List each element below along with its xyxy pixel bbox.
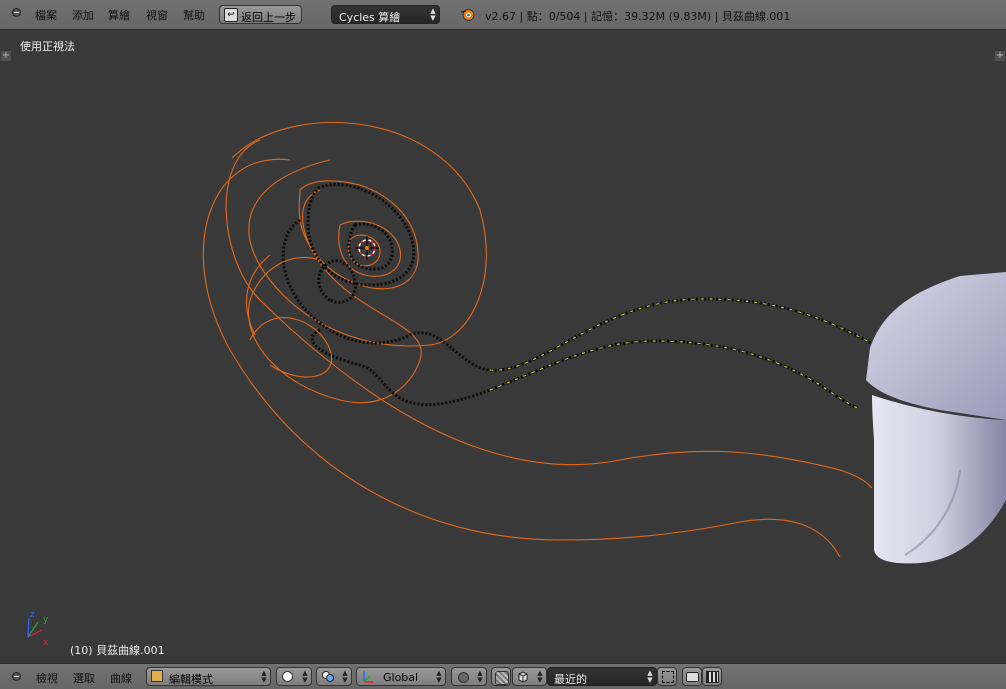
axis-y-label: y [43, 615, 49, 625]
snap-target-dropdown[interactable]: 最近的 ▲ ▼ [547, 667, 657, 686]
selected-curve [281, 183, 908, 410]
menu-select[interactable]: 選取 [73, 670, 95, 686]
proportional-icon [458, 672, 469, 683]
menu-view[interactable]: 檢視 [36, 670, 58, 686]
pivot-icon [321, 670, 335, 683]
mode-icon [151, 670, 163, 682]
magnet-icon [495, 671, 509, 685]
manipulator-icon [361, 669, 375, 684]
updown-arrows-icon: ▲ ▼ [261, 669, 267, 684]
status-stats: v2.67 | 點：0/504 | 記憶：39.32M (9.83M) | 貝茲… [485, 10, 791, 23]
updown-arrows-icon: ▲ ▼ [477, 669, 483, 684]
collapse-icon[interactable] [12, 8, 21, 17]
mesh-object [866, 272, 1006, 564]
shading-icon [282, 671, 293, 682]
3d-cursor[interactable] [355, 236, 379, 260]
axis-gizmo: x y z [27, 610, 49, 648]
axis-z-label: z [30, 610, 35, 620]
updown-arrows-icon: ▲ ▼ [302, 669, 308, 684]
blender-logo-icon [460, 7, 475, 22]
shading-dropdown[interactable]: ▲ ▼ [276, 667, 312, 686]
collapse-icon[interactable] [12, 672, 21, 681]
back-label: 返回上一步 [241, 11, 296, 24]
render-animation-button[interactable] [702, 667, 722, 686]
active-object-label: (10) 貝茲曲線.001 [70, 644, 165, 657]
snap-toggle[interactable] [491, 667, 511, 686]
mode-label: 編輯模式 [169, 673, 213, 686]
selected-handles [489, 298, 908, 409]
back-icon: ↩ [224, 8, 238, 22]
render-icon [662, 671, 674, 683]
updown-arrows-icon: ▲ ▼ [430, 7, 436, 22]
3d-view-header: 檢視 選取 曲線 編輯模式 ▲ ▼ ▲ ▼ ▲ ▼ Global ▲ ▼ ▲ ▼ ▲ ▼ [0, 663, 1006, 689]
updown-arrows-icon: ▲ ▼ [537, 669, 543, 684]
orientation-dropdown[interactable]: Global ▲ ▼ [356, 667, 446, 686]
scene-canvas[interactable]: x y z [0, 30, 1006, 663]
menu-render[interactable]: 算繪 [108, 7, 130, 23]
render-engine-dropdown[interactable]: Cycles 算繪 ▲ ▼ [331, 5, 440, 24]
clapper-icon [706, 671, 719, 683]
info-header: 檔案 添加 算繪 視窗 幫助 ↩ 返回上一步 Cycles 算繪 ▲ ▼ v2.6… [0, 0, 1006, 30]
back-button[interactable]: ↩ 返回上一步 [219, 5, 302, 24]
proportional-dropdown[interactable]: ▲ ▼ [451, 667, 487, 686]
mode-dropdown[interactable]: 編輯模式 ▲ ▼ [146, 667, 271, 686]
axis-x-label: x [43, 638, 49, 648]
camera-icon [686, 672, 699, 682]
render-engine-label: Cycles 算繪 [339, 11, 401, 24]
menu-file[interactable]: 檔案 [35, 7, 57, 23]
orientation-label: Global [383, 671, 419, 684]
updown-arrows-icon: ▲ ▼ [647, 669, 653, 684]
snap-target-label: 最近的 [554, 673, 587, 686]
updown-arrows-icon: ▲ ▼ [342, 669, 348, 684]
menu-window[interactable]: 視窗 [146, 7, 168, 23]
orange-curves [202, 121, 873, 558]
menu-help[interactable]: 幫助 [183, 7, 205, 23]
render-region-button[interactable] [657, 667, 677, 686]
3d-viewport[interactable]: 使用正視法 + + x y z (10) 貝茲曲線.001 [0, 30, 1006, 663]
render-opengl-button[interactable] [682, 667, 702, 686]
menu-curve[interactable]: 曲線 [110, 670, 132, 686]
updown-arrows-icon: ▲ ▼ [436, 669, 442, 684]
menu-add[interactable]: 添加 [72, 7, 94, 23]
pivot-dropdown[interactable]: ▲ ▼ [316, 667, 352, 686]
snap-icon [517, 670, 529, 683]
snap-element-dropdown[interactable]: ▲ ▼ [512, 667, 547, 686]
